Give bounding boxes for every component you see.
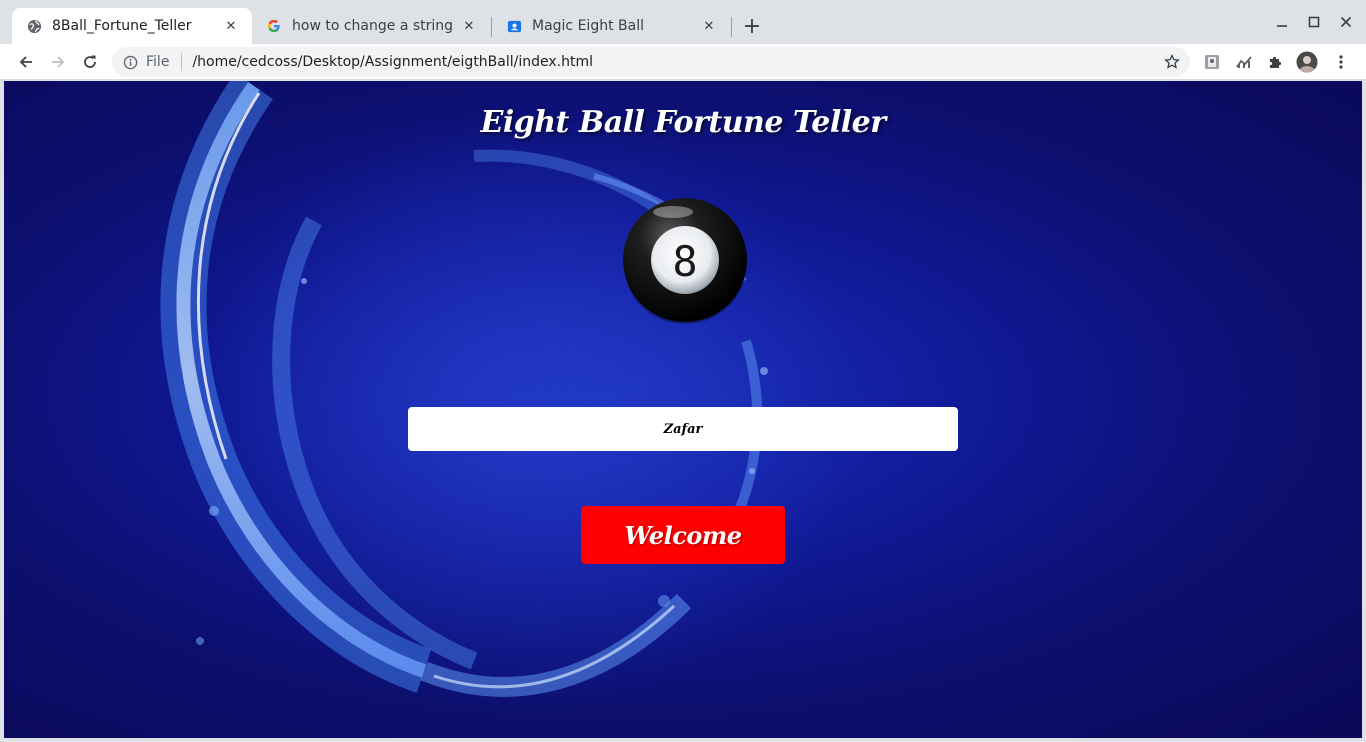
eight-ball-image[interactable]: 8 — [621, 198, 749, 326]
browser-toolbar: File /home/cedcoss/Desktop/Assignment/ei… — [0, 44, 1366, 80]
url-text[interactable]: /home/cedcoss/Desktop/Assignment/eigthBa… — [192, 54, 1162, 70]
reload-icon[interactable] — [76, 48, 104, 76]
tab-close-icon[interactable]: ✕ — [222, 17, 240, 35]
tab-separator — [731, 17, 732, 37]
tab-8ball-fortune-teller[interactable]: 8Ball_Fortune_Teller ✕ — [12, 8, 252, 44]
tab-magic-eight-ball[interactable]: Magic Eight Ball ✕ — [492, 8, 730, 44]
new-tab-button[interactable]: + — [740, 14, 764, 39]
extension-analytics-icon[interactable] — [1233, 51, 1255, 73]
tab-title: how to change a string in — [292, 18, 454, 34]
tab-strip: 8Ball_Fortune_Teller ✕ how to change a s… — [0, 0, 1366, 44]
google-icon — [266, 18, 282, 34]
page-viewport: Eight Ball Fortune Teller 8 Welcome — [4, 81, 1362, 738]
extension-reader-icon[interactable] — [1201, 51, 1223, 73]
name-input[interactable] — [408, 407, 958, 451]
tab-close-icon[interactable]: ✕ — [460, 17, 478, 35]
page-title: Eight Ball Fortune Teller — [480, 105, 886, 140]
address-divider — [181, 53, 183, 71]
minimize-icon[interactable] — [1272, 12, 1292, 32]
ball-number: 8 — [672, 237, 697, 286]
back-arrow-icon[interactable] — [12, 48, 40, 76]
tab-close-icon[interactable]: ✕ — [700, 17, 718, 35]
address-bar[interactable]: File /home/cedcoss/Desktop/Assignment/ei… — [112, 47, 1190, 77]
bookmark-star-icon[interactable] — [1162, 52, 1182, 72]
browser-menu-icon[interactable] — [1330, 51, 1352, 73]
close-window-icon[interactable] — [1336, 12, 1356, 32]
info-icon[interactable] — [122, 54, 138, 70]
tab-title: Magic Eight Ball — [532, 18, 644, 34]
forward-arrow-icon[interactable] — [44, 48, 72, 76]
url-scheme-label: File — [146, 54, 170, 70]
tab-how-to-change-string[interactable]: how to change a string in ✕ — [252, 8, 490, 44]
tab-title: 8Ball_Fortune_Teller — [52, 18, 192, 34]
extensions-puzzle-icon[interactable] — [1264, 51, 1286, 73]
globe-icon — [26, 18, 42, 34]
contact-icon — [506, 18, 522, 34]
maximize-icon[interactable] — [1304, 12, 1324, 32]
profile-avatar-icon[interactable] — [1296, 51, 1318, 73]
welcome-button[interactable]: Welcome — [581, 506, 785, 564]
